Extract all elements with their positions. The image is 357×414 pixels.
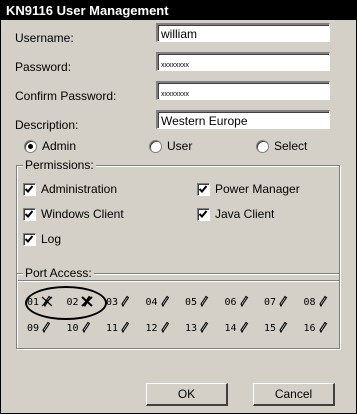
pencil-icon[interactable] xyxy=(160,295,170,310)
permission-log-checkbox[interactable]: Log xyxy=(23,232,61,246)
pencil-icon[interactable] xyxy=(239,295,249,310)
port-10[interactable]: 10 xyxy=(67,321,91,336)
port-number: 09 xyxy=(27,323,40,334)
pencil-icon[interactable] xyxy=(160,321,170,336)
username-field[interactable] xyxy=(156,23,330,42)
role-admin-label: Admin xyxy=(42,139,77,153)
port-number: 15 xyxy=(264,323,277,334)
checkmark-icon xyxy=(197,182,210,196)
radio-selected-icon xyxy=(24,139,37,153)
pencil-icon[interactable] xyxy=(199,321,209,336)
pencil-icon[interactable] xyxy=(239,321,249,336)
confirm-password-label: Confirm Password: xyxy=(15,89,117,103)
permission-administration-label: Administration xyxy=(41,182,118,196)
cancel-button[interactable]: Cancel xyxy=(253,383,335,406)
permission-power-manager-label: Power Manager xyxy=(215,182,300,196)
pencil-icon[interactable] xyxy=(318,321,328,336)
port-07[interactable]: 07 xyxy=(264,295,288,310)
window-title: KN9116 User Management xyxy=(6,3,169,18)
username-label: Username: xyxy=(15,31,74,45)
port-number: 04 xyxy=(145,297,158,308)
password-label: Password: xyxy=(15,60,72,74)
pencil-icon[interactable] xyxy=(120,321,130,336)
role-select-label: Select xyxy=(274,139,308,153)
port-number: 07 xyxy=(264,297,277,308)
port-12[interactable]: 12 xyxy=(146,321,170,336)
port-06[interactable]: 06 xyxy=(225,295,249,310)
port-number: 13 xyxy=(185,323,198,334)
role-select-radio[interactable]: Select xyxy=(256,139,307,153)
description-label: Description: xyxy=(15,118,79,132)
port-number: 06 xyxy=(224,297,237,308)
permission-java-client-label: Java Client xyxy=(215,207,275,221)
port-number: 08 xyxy=(303,297,316,308)
port-number: 05 xyxy=(185,297,198,308)
title-bar[interactable]: KN9116 User Management xyxy=(1,1,356,20)
checkmark-icon xyxy=(23,182,36,196)
password-input[interactable] xyxy=(158,57,329,74)
port-number: 16 xyxy=(303,323,316,334)
checkmark-icon xyxy=(197,207,210,221)
port-number: 14 xyxy=(224,323,237,334)
role-user-radio[interactable]: User xyxy=(149,139,192,153)
pencil-icon[interactable] xyxy=(81,321,91,336)
password-field[interactable] xyxy=(156,52,330,74)
pencil-icon[interactable] xyxy=(318,295,328,310)
port-number: 11 xyxy=(106,323,119,334)
port-03[interactable]: 03 xyxy=(106,295,130,310)
permission-log-label: Log xyxy=(41,232,62,246)
confirm-password-input[interactable] xyxy=(158,86,329,103)
permission-windows-client-checkbox[interactable]: Windows Client xyxy=(23,207,124,221)
confirm-password-field[interactable] xyxy=(156,81,330,103)
port-04[interactable]: 04 xyxy=(146,295,170,310)
pencil-icon[interactable] xyxy=(41,321,51,336)
radio-empty-icon xyxy=(149,139,162,153)
port-number: 12 xyxy=(145,323,158,334)
username-input[interactable] xyxy=(158,26,329,42)
port-08[interactable]: 08 xyxy=(304,295,328,310)
port-05[interactable]: 05 xyxy=(185,295,209,310)
description-input[interactable] xyxy=(158,113,329,129)
pencil-icon[interactable] xyxy=(120,295,130,310)
permissions-legend: Permissions: xyxy=(23,158,96,172)
checkmark-icon xyxy=(23,207,36,221)
user-management-window: KN9116 User Management Username: Passwor… xyxy=(0,0,357,414)
description-field[interactable] xyxy=(156,110,330,129)
role-admin-radio[interactable]: Admin xyxy=(24,139,76,153)
port-09[interactable]: 09 xyxy=(27,321,51,336)
pencil-icon[interactable] xyxy=(199,295,209,310)
pencil-icon[interactable] xyxy=(278,295,288,310)
port-13[interactable]: 13 xyxy=(185,321,209,336)
permission-java-client-checkbox[interactable]: Java Client xyxy=(197,207,274,221)
pencil-icon[interactable] xyxy=(278,321,288,336)
port-15[interactable]: 15 xyxy=(264,321,288,336)
role-user-label: User xyxy=(167,139,193,153)
permission-windows-client-label: Windows Client xyxy=(41,207,124,221)
port-number: 03 xyxy=(106,297,119,308)
port-access-legend: Port Access: xyxy=(23,266,94,280)
permission-power-manager-checkbox[interactable]: Power Manager xyxy=(197,182,300,196)
port-number: 10 xyxy=(66,323,79,334)
radio-empty-icon xyxy=(256,139,269,153)
checkmark-icon xyxy=(23,232,36,246)
port-14[interactable]: 14 xyxy=(225,321,249,336)
ok-button[interactable]: OK xyxy=(146,383,228,406)
permission-administration-checkbox[interactable]: Administration xyxy=(23,182,117,196)
port-16[interactable]: 16 xyxy=(304,321,328,336)
highlight-circle xyxy=(25,286,107,320)
port-11[interactable]: 11 xyxy=(106,321,130,336)
